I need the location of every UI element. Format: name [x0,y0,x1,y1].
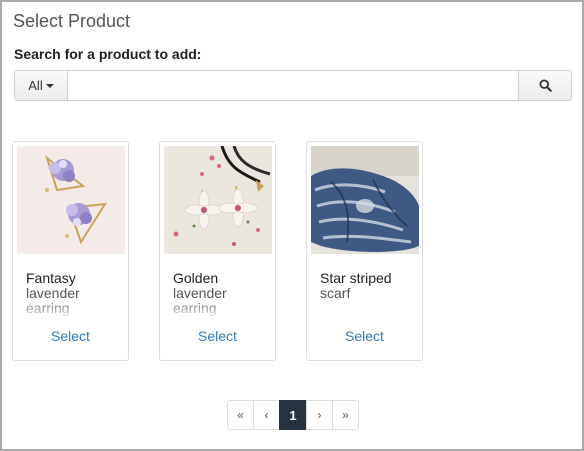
current-page-button[interactable]: 1 [279,400,307,430]
caret-down-icon [45,84,54,88]
category-filter-dropdown[interactable]: All [14,70,68,101]
search-button[interactable] [518,70,572,101]
product-name-line2: lavender [173,285,227,301]
product-image-lavender-triangle-earrings[interactable] [17,146,125,254]
product-name-line1: Fantasy [26,271,76,286]
product-name: Golden lavender earring [173,271,269,317]
product-image-flower-earrings[interactable] [164,146,272,254]
select-button[interactable]: Select [160,328,275,344]
last-page-button[interactable]: » [332,400,359,430]
search-bar: All [14,70,572,101]
product-image-striped-scarf[interactable] [311,146,419,254]
pagination: « ‹ 1 › » [227,400,359,430]
category-filter-label: All [28,78,43,93]
product-card: Fantasy lavender earring Select [12,141,129,361]
product-card: Star striped scarf Select [306,141,423,361]
dialog-title: Select Product [13,11,131,31]
product-name-line1: Golden [173,271,219,286]
select-button[interactable]: Select [13,328,128,344]
select-button[interactable]: Select [307,328,422,344]
search-icon [538,79,552,92]
product-name: Star striped scarf [320,271,416,317]
product-name-line3: earring [26,300,70,316]
search-label: Search for a product to add: [14,46,202,62]
product-name-line3: earring [173,300,217,316]
product-name-line2: lavender [26,285,80,301]
product-card: Golden lavender earring Select [159,141,276,361]
first-page-button[interactable]: « [227,400,254,430]
product-name: Fantasy lavender earring [26,271,122,317]
search-input[interactable] [68,70,518,101]
next-page-button[interactable]: › [306,400,333,430]
previous-page-button[interactable]: ‹ [253,400,280,430]
product-name-line2: scarf [320,285,351,301]
product-name-line1: Star striped [320,271,392,286]
select-product-dialog: Select Product Search for a product to a… [0,0,584,451]
